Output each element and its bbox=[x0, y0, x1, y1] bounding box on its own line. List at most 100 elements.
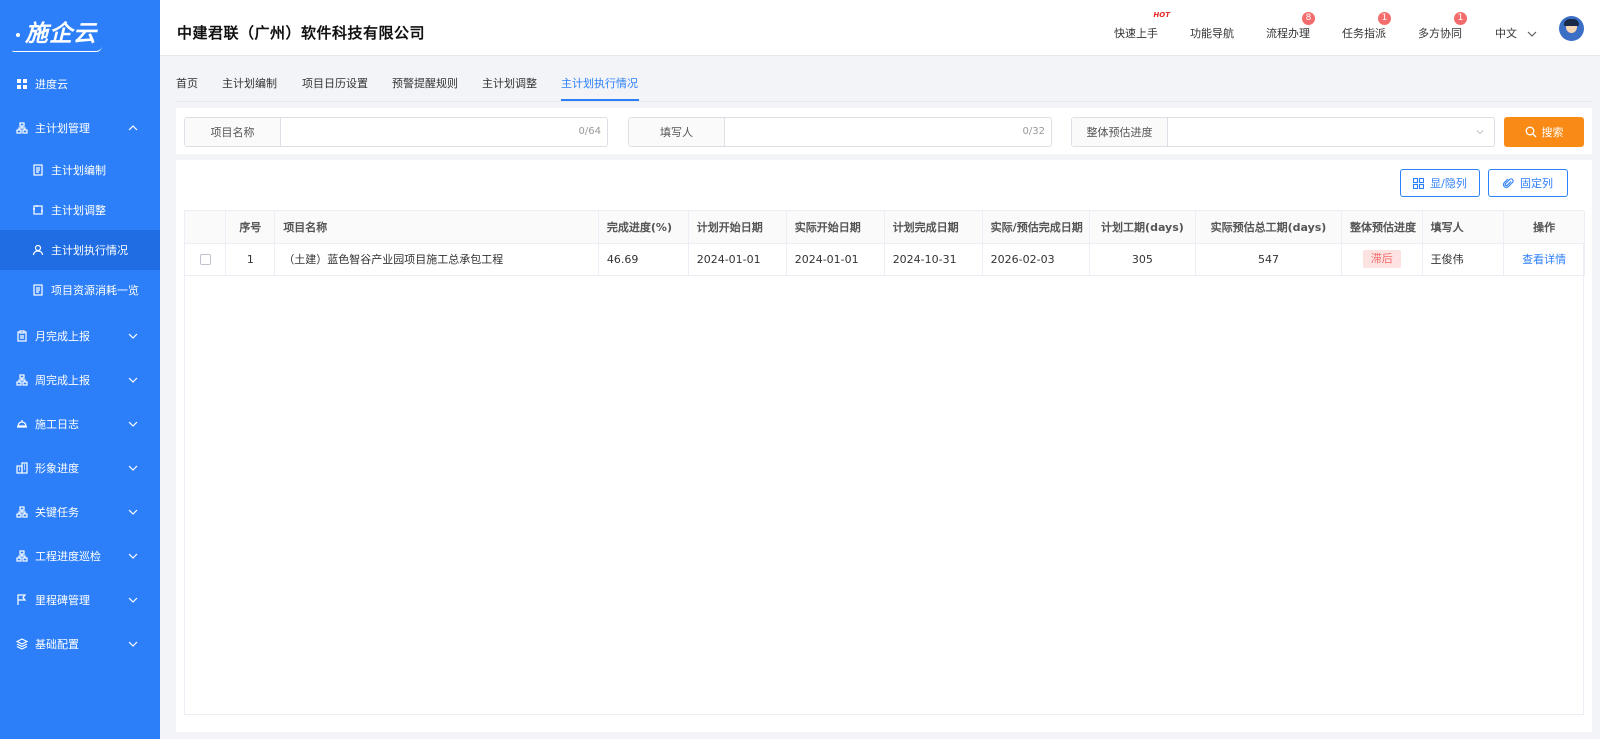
col-header-filler: 填写人 bbox=[1422, 211, 1505, 244]
row-filler: 王俊伟 bbox=[1422, 243, 1505, 276]
search-button[interactable]: 搜索 bbox=[1504, 117, 1584, 147]
row-progress: 46.69 bbox=[598, 243, 689, 276]
sidebar-item-label: 工程进度巡检 bbox=[35, 550, 101, 563]
chevron-down-icon bbox=[128, 465, 138, 471]
sidebar-item-milestones[interactable]: 里程碑管理 bbox=[0, 578, 160, 622]
sidebar-item-label: 里程碑管理 bbox=[35, 594, 90, 607]
quick-start-link[interactable]: 快速上手 HOT bbox=[1114, 11, 1170, 41]
tab-plan-edit[interactable]: 主计划编制 bbox=[222, 75, 277, 91]
col-header-plan-days: 计划工期(days) bbox=[1089, 211, 1197, 244]
sidebar-item-weekly-report[interactable]: 周完成上报 bbox=[0, 358, 160, 402]
tab-plan-execution[interactable]: 主计划执行情况 bbox=[561, 75, 638, 91]
row-project-name: （土建）蓝色智谷产业园项目施工总承包工程 bbox=[274, 243, 599, 276]
task-assign-link[interactable]: 任务指派 1 bbox=[1342, 12, 1391, 41]
sidebar-item-key-tasks[interactable]: 关键任务 bbox=[0, 490, 160, 534]
view-details-link[interactable]: 查看详情 bbox=[1522, 253, 1566, 266]
building-icon bbox=[16, 462, 28, 474]
grid-icon bbox=[16, 78, 28, 90]
top-header: 中建君联（广州）软件科技有限公司 快速上手 HOT 功能导航 流程办理 8 任务… bbox=[160, 0, 1600, 56]
chevron-up-icon bbox=[128, 125, 138, 131]
language-select[interactable]: 中文 bbox=[1495, 25, 1537, 41]
progress-status-select[interactable] bbox=[1168, 118, 1494, 146]
sidebar-item-plan-edit[interactable]: 主计划编制 bbox=[0, 150, 160, 190]
sidebar-item-plan-execution[interactable]: 主计划执行情况 bbox=[0, 230, 160, 270]
layers-icon bbox=[16, 638, 28, 650]
tab-warning-rules[interactable]: 预警提醒规则 bbox=[392, 75, 458, 91]
project-name-field: 项目名称 0/64 bbox=[184, 117, 608, 147]
hot-badge: HOT bbox=[1153, 11, 1170, 19]
document-icon bbox=[32, 284, 44, 296]
sidebar-item-resource-usage[interactable]: 项目资源消耗一览 bbox=[0, 270, 160, 310]
col-header-status: 整体预估进度 bbox=[1341, 211, 1423, 244]
chevron-down-icon bbox=[128, 421, 138, 427]
row-plan-days: 305 bbox=[1089, 243, 1197, 276]
fix-columns-button[interactable]: 固定列 bbox=[1488, 169, 1568, 197]
col-header-progress: 完成进度(%) bbox=[598, 211, 689, 244]
tab-calendar-settings[interactable]: 项目日历设置 bbox=[302, 75, 368, 91]
select-all-cell[interactable] bbox=[185, 211, 227, 244]
sidebar-item-label: 进度云 bbox=[35, 78, 68, 91]
sidebar-item-label: 周完成上报 bbox=[35, 374, 90, 387]
chevron-down-icon bbox=[1527, 31, 1536, 37]
sidebar-item-label: 项目资源消耗一览 bbox=[51, 284, 139, 297]
org-chart-icon bbox=[16, 374, 28, 386]
sidebar-item-progress-cloud[interactable]: 进度云 bbox=[0, 62, 160, 106]
row-plan-end: 2024-10-31 bbox=[884, 243, 983, 276]
collaboration-link[interactable]: 多方协同 1 bbox=[1418, 12, 1467, 41]
tab-plan-adjust[interactable]: 主计划调整 bbox=[482, 75, 537, 91]
row-actual-start: 2024-01-01 bbox=[786, 243, 885, 276]
chevron-down-icon bbox=[128, 597, 138, 603]
sidebar-item-master-plan[interactable]: 主计划管理 bbox=[0, 106, 160, 150]
sidebar-item-monthly-report[interactable]: 月完成上报 bbox=[0, 314, 160, 358]
chevron-down-icon bbox=[128, 509, 138, 515]
helmet-icon bbox=[16, 418, 28, 430]
progress-status-value[interactable] bbox=[1168, 118, 1494, 146]
row-checkbox[interactable] bbox=[199, 254, 211, 265]
table-header-row: 序号 项目名称 完成进度(%) 计划开始日期 实际开始日期 计划完成日期 实际/… bbox=[185, 211, 1585, 244]
sidebar-item-label: 月完成上报 bbox=[35, 330, 90, 343]
progress-status-label: 整体预估进度 bbox=[1072, 118, 1168, 146]
row-select-cell bbox=[185, 243, 227, 276]
avatar[interactable] bbox=[1559, 16, 1584, 41]
document-icon bbox=[32, 164, 44, 176]
col-header-plan-end: 计划完成日期 bbox=[884, 211, 983, 244]
workflow-link[interactable]: 流程办理 8 bbox=[1266, 12, 1315, 41]
org-chart-icon bbox=[16, 506, 28, 518]
chevron-down-icon bbox=[128, 641, 138, 647]
progress-status-field: 整体预估进度 bbox=[1071, 117, 1495, 147]
project-name-label: 项目名称 bbox=[185, 118, 281, 146]
sidebar-item-construction-log[interactable]: 施工日志 bbox=[0, 402, 160, 446]
filler-field: 填写人 0/32 bbox=[628, 117, 1052, 147]
sidebar-item-inspection[interactable]: 工程进度巡检 bbox=[0, 534, 160, 578]
search-icon bbox=[1525, 126, 1536, 138]
user-icon bbox=[32, 244, 44, 256]
sidebar-item-label: 施工日志 bbox=[35, 418, 79, 431]
filler-input[interactable] bbox=[725, 118, 1051, 146]
company-name: 中建君联（广州）软件科技有限公司 bbox=[177, 24, 426, 42]
chevron-down-icon bbox=[128, 333, 138, 339]
sidebar-item-label: 主计划调整 bbox=[51, 204, 106, 217]
filler-char-count: 0/32 bbox=[1022, 126, 1045, 137]
grid-icon bbox=[1413, 177, 1425, 189]
tab-home[interactable]: 首页 bbox=[176, 75, 198, 91]
data-table: 序号 项目名称 完成进度(%) 计划开始日期 实际开始日期 计划完成日期 实际/… bbox=[184, 210, 1585, 715]
sidebar-item-image-progress[interactable]: 形象进度 bbox=[0, 446, 160, 490]
col-header-action: 操作 bbox=[1503, 211, 1585, 244]
paperclip-icon bbox=[1503, 177, 1514, 188]
project-name-input[interactable] bbox=[281, 118, 607, 146]
status-badge: 滞后 bbox=[1362, 250, 1401, 268]
row-index: 1 bbox=[225, 243, 276, 276]
sidebar-item-label: 关键任务 bbox=[35, 506, 79, 519]
function-nav-link[interactable]: 功能导航 bbox=[1190, 25, 1234, 41]
sidebar-item-plan-adjust[interactable]: 主计划调整 bbox=[0, 190, 160, 230]
sidebar-item-label: 主计划编制 bbox=[51, 164, 106, 177]
col-header-index: 序号 bbox=[225, 211, 276, 244]
sidebar-item-basic-config[interactable]: 基础配置 bbox=[0, 622, 160, 666]
sidebar-item-label: 主计划执行情况 bbox=[51, 244, 128, 257]
table-row: 1 （土建）蓝色智谷产业园项目施工总承包工程 46.69 2024-01-01 … bbox=[185, 243, 1585, 276]
active-tab-indicator bbox=[561, 99, 639, 101]
col-header-plan-start: 计划开始日期 bbox=[688, 211, 787, 244]
show-hide-columns-button[interactable]: 显/隐列 bbox=[1400, 169, 1480, 197]
col-header-actual-start: 实际开始日期 bbox=[786, 211, 885, 244]
app-logo[interactable]: 施企云 bbox=[0, 0, 160, 62]
